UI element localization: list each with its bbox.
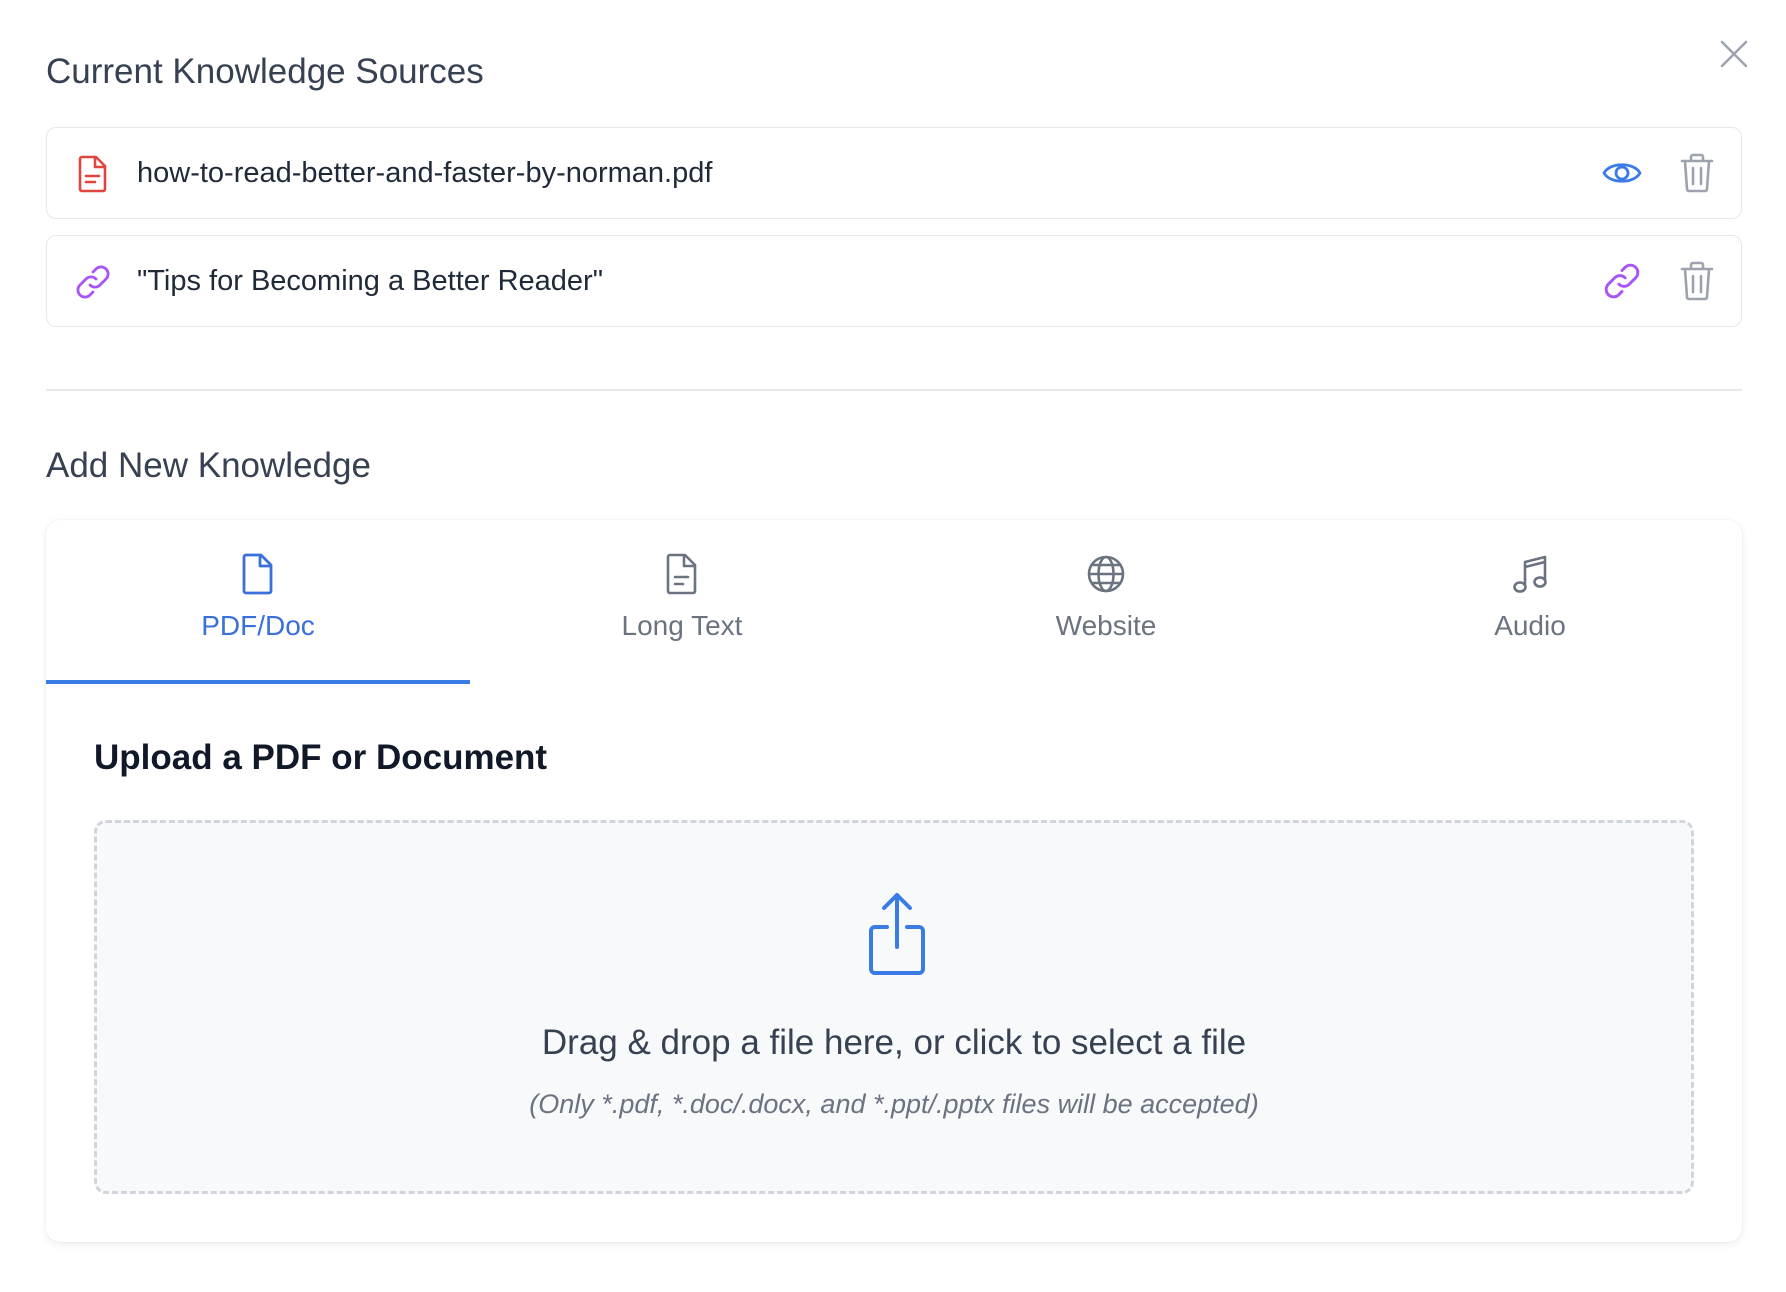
source-label: "Tips for Becoming a Better Reader" (137, 265, 603, 297)
tab-label: Audio (1494, 610, 1566, 641)
link-icon (1604, 263, 1640, 299)
trash-icon (1680, 261, 1714, 301)
tab-long-text[interactable]: Long Text (470, 520, 894, 684)
source-label: how-to-read-better-and-faster-by-norman.… (137, 157, 713, 189)
open-link-button[interactable] (1601, 260, 1643, 302)
trash-icon (1680, 153, 1714, 193)
active-tab-indicator (46, 680, 470, 684)
source-type-tabs: PDF/Doc Long Text Website Audio (46, 520, 1742, 684)
file-text-icon (666, 553, 697, 595)
divider (46, 389, 1742, 391)
tab-pdf-doc[interactable]: PDF/Doc (46, 520, 470, 684)
file-icon (242, 553, 273, 595)
close-button[interactable] (1714, 34, 1754, 74)
tab-label: Long Text (621, 610, 743, 641)
pdf-file-icon (78, 155, 107, 193)
source-item: "Tips for Becoming a Better Reader" (46, 235, 1742, 327)
globe-icon (1087, 555, 1125, 593)
delete-button[interactable] (1677, 260, 1717, 302)
eye-icon (1602, 163, 1642, 183)
add-knowledge-title: Add New Knowledge (46, 446, 371, 485)
view-button[interactable] (1601, 152, 1643, 194)
tab-label: PDF/Doc (201, 610, 315, 641)
upload-title: Upload a PDF or Document (94, 738, 548, 777)
accepted-file-types: (Only *.pdf, *.doc/.docx, and *.ppt/.ppt… (529, 1089, 1259, 1119)
source-item: how-to-read-better-and-faster-by-norman.… (46, 127, 1742, 219)
close-icon (1720, 40, 1748, 68)
file-dropzone[interactable]: Drag & drop a file here, or click to sel… (94, 820, 1694, 1194)
dropzone-instruction: Drag & drop a file here, or click to sel… (541, 1023, 1247, 1062)
link-icon (76, 265, 110, 299)
tab-label: Website (1055, 610, 1157, 641)
music-icon (1513, 555, 1547, 593)
upload-icon (869, 893, 925, 975)
current-sources-title: Current Knowledge Sources (46, 52, 484, 91)
knowledge-modal: Current Knowledge Sources how-to-read-be… (0, 0, 1786, 1292)
tab-website[interactable]: Website (894, 520, 1318, 684)
delete-button[interactable] (1677, 152, 1717, 194)
add-knowledge-card: PDF/Doc Long Text Website Audio Upload a… (46, 520, 1742, 1242)
tab-audio[interactable]: Audio (1318, 520, 1742, 684)
